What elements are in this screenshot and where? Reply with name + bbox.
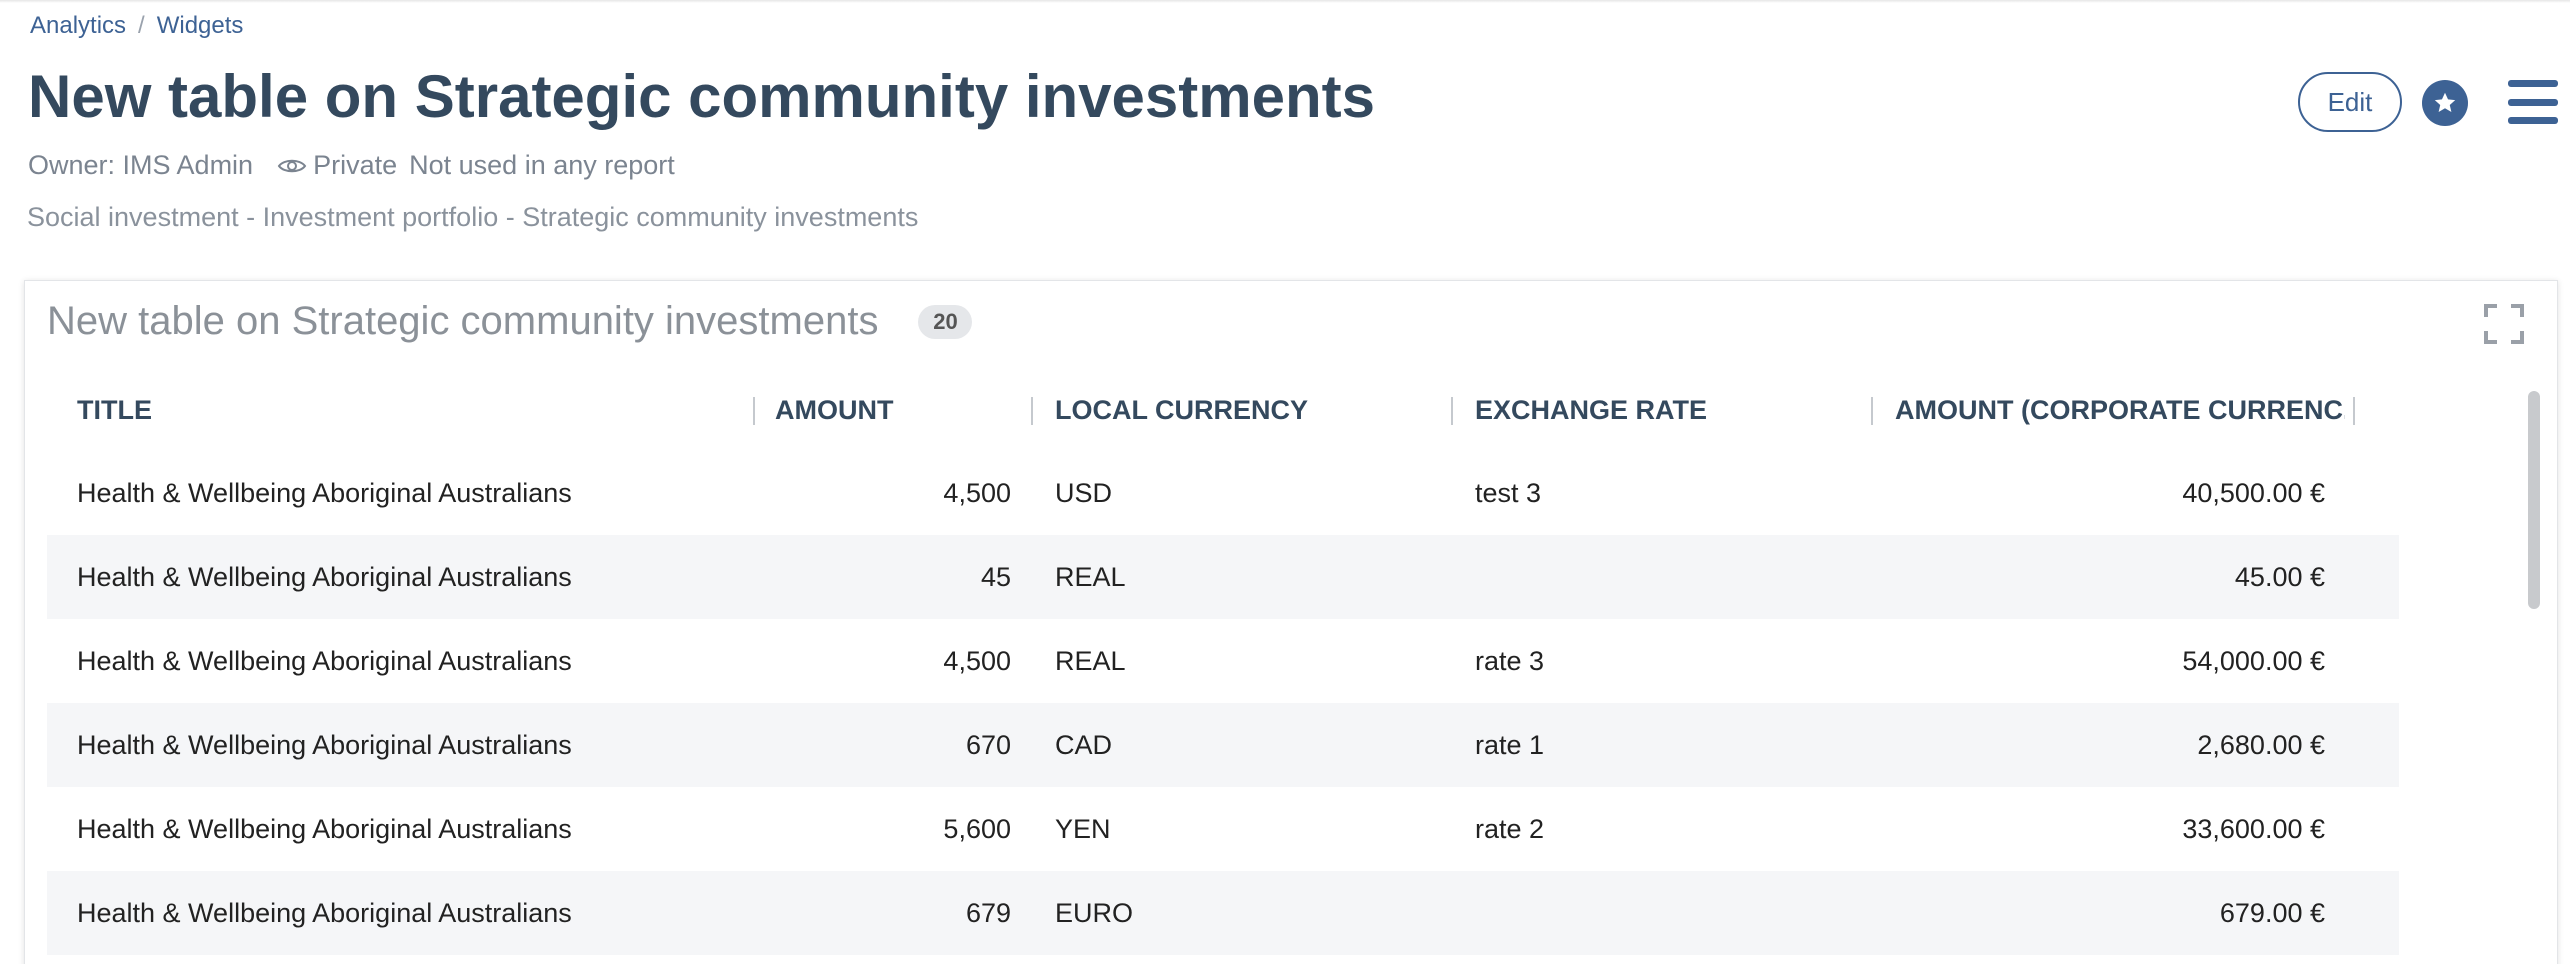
cell-amount-corporate: 45.00 € bbox=[2234, 561, 2325, 592]
cell-amount-corporate: 33,600.00 € bbox=[2182, 813, 2325, 844]
cell-title: Health & Wellbeing Aboriginal Australian… bbox=[77, 645, 572, 676]
cell-amount: 4,500 bbox=[943, 477, 1011, 508]
cell-currency: CAD bbox=[1055, 729, 1113, 760]
column-header-amount-corporate[interactable]: AMOUNT (CORPORATE CURRENC... bbox=[1895, 369, 2345, 451]
cell-amount: 45 bbox=[980, 561, 1011, 592]
edit-button[interactable]: Edit bbox=[2298, 72, 2402, 132]
column-header-title[interactable]: TITLE bbox=[77, 369, 737, 451]
cell-amount: 5,600 bbox=[943, 813, 1011, 844]
category-path: Social investment - Investment portfolio… bbox=[27, 202, 919, 232]
cell-currency: REAL bbox=[1055, 561, 1126, 592]
widget-title: New table on Strategic community investm… bbox=[47, 299, 973, 344]
visibility-label: Private bbox=[313, 150, 398, 180]
breadcrumb-widgets[interactable]: Widgets bbox=[157, 12, 244, 40]
table-row[interactable]: Health & Wellbeing Aboriginal Australian… bbox=[47, 451, 2399, 535]
breadcrumb-analytics[interactable]: Analytics bbox=[30, 12, 126, 40]
owner-label: Owner: IMS Admin bbox=[28, 150, 254, 180]
breadcrumb-separator: / bbox=[138, 12, 145, 39]
page-title: New table on Strategic community investm… bbox=[28, 63, 1375, 130]
column-resize-handle[interactable] bbox=[1031, 397, 1033, 425]
top-shadow bbox=[0, 0, 2570, 3]
cell-currency: YEN bbox=[1055, 813, 1111, 844]
table-row[interactable]: Health & Wellbeing Aboriginal Australian… bbox=[47, 619, 2399, 703]
column-resize-handle[interactable] bbox=[2353, 397, 2355, 425]
cell-amount: 679 bbox=[965, 897, 1011, 928]
cell-amount: 670 bbox=[965, 729, 1011, 760]
cell-exchange-rate: rate 3 bbox=[1475, 645, 1545, 676]
cell-currency: EURO bbox=[1055, 897, 1134, 928]
cell-title: Health & Wellbeing Aboriginal Australian… bbox=[77, 813, 572, 844]
cell-amount-corporate: 2,680.00 € bbox=[2197, 729, 2325, 760]
column-resize-handle[interactable] bbox=[753, 397, 755, 425]
breadcrumb: Analytics / Widgets bbox=[30, 12, 243, 40]
column-header-exchange-rate[interactable]: EXCHANGE RATE bbox=[1475, 369, 1875, 451]
menu-bar bbox=[2508, 80, 2558, 87]
widget-meta: Owner: IMS Admin Private Not used in any… bbox=[28, 150, 675, 181]
cell-title: Health & Wellbeing Aboriginal Australian… bbox=[77, 477, 572, 508]
fullscreen-icon[interactable] bbox=[2483, 303, 2525, 345]
hamburger-menu-icon[interactable] bbox=[2508, 80, 2558, 124]
table-widget: New table on Strategic community investm… bbox=[24, 280, 2558, 964]
data-table: TITLE AMOUNT LOCAL CURRENCY EXCHANGE RAT… bbox=[47, 369, 2399, 955]
column-resize-handle[interactable] bbox=[1871, 397, 1873, 425]
cell-currency: REAL bbox=[1055, 645, 1126, 676]
eye-icon bbox=[277, 159, 307, 172]
cell-title: Health & Wellbeing Aboriginal Australian… bbox=[77, 561, 572, 592]
table-header: TITLE AMOUNT LOCAL CURRENCY EXCHANGE RAT… bbox=[47, 369, 2399, 451]
column-header-local-currency[interactable]: LOCAL CURRENCY bbox=[1055, 369, 1455, 451]
count-badge: 20 bbox=[918, 304, 973, 339]
cell-amount-corporate: 679.00 € bbox=[2219, 897, 2325, 928]
cell-exchange-rate: rate 2 bbox=[1475, 813, 1545, 844]
star-icon bbox=[2434, 92, 2456, 112]
menu-bar bbox=[2508, 117, 2558, 124]
cell-amount-corporate: 54,000.00 € bbox=[2182, 645, 2325, 676]
column-header-amount[interactable]: AMOUNT bbox=[775, 369, 1025, 451]
cell-title: Health & Wellbeing Aboriginal Australian… bbox=[77, 729, 572, 760]
table-row[interactable]: Health & Wellbeing Aboriginal Australian… bbox=[47, 535, 2399, 619]
favorite-button[interactable] bbox=[2422, 80, 2468, 126]
cell-amount-corporate: 40,500.00 € bbox=[2182, 477, 2325, 508]
widget-title-text: New table on Strategic community investm… bbox=[47, 299, 879, 343]
cell-exchange-rate: test 3 bbox=[1475, 477, 1542, 508]
cell-currency: USD bbox=[1055, 477, 1113, 508]
column-resize-handle[interactable] bbox=[1451, 397, 1453, 425]
table-row[interactable]: Health & Wellbeing Aboriginal Australian… bbox=[47, 787, 2399, 871]
cell-exchange-rate: rate 1 bbox=[1475, 729, 1545, 760]
table-row[interactable]: Health & Wellbeing Aboriginal Australian… bbox=[47, 871, 2399, 955]
scrollbar-thumb[interactable] bbox=[2528, 391, 2540, 609]
cell-title: Health & Wellbeing Aboriginal Australian… bbox=[77, 897, 572, 928]
menu-bar bbox=[2508, 98, 2558, 106]
cell-amount: 4,500 bbox=[943, 645, 1011, 676]
table-row[interactable]: Health & Wellbeing Aboriginal Australian… bbox=[47, 703, 2399, 787]
usage-label: Not used in any report bbox=[409, 150, 675, 180]
